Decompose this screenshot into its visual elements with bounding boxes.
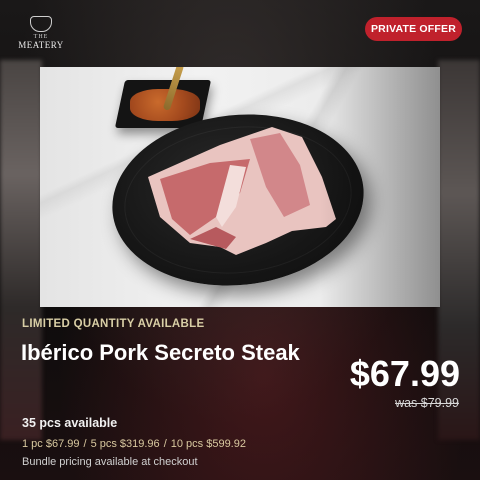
bundle-tiers: 1 pc $67.99/5 pcs $319.96/10 pcs $599.92 [22,438,246,450]
product-title: Ibérico Pork Secreto Steak [21,340,300,365]
brand-logo: THE MEATERY [18,16,64,54]
bundle-tier: 5 pcs $319.96 [90,438,160,450]
offer-card: THE MEATERY PRIVATE OFFER LIMITED QUANTI… [0,0,480,480]
background-blur-left [0,60,42,440]
tier-separator: / [163,438,167,450]
private-offer-badge: PRIVATE OFFER [365,17,462,41]
bundle-tier: 10 pcs $599.92 [170,438,246,450]
limited-quantity-label: LIMITED QUANTITY AVAILABLE [22,318,205,330]
availability-count: 35 pcs available [22,416,118,430]
sale-price: $67.99 [349,353,460,394]
tier-separator: / [83,438,87,450]
brand-name: MEATERY [18,40,64,50]
bundle-tier: 1 pc $67.99 [22,438,80,450]
photo-shade [40,67,440,307]
brand-seal-icon [30,16,52,32]
original-price: was $79.99 [395,396,459,410]
bundle-note: Bundle pricing available at checkout [22,456,198,468]
product-image [40,67,440,307]
